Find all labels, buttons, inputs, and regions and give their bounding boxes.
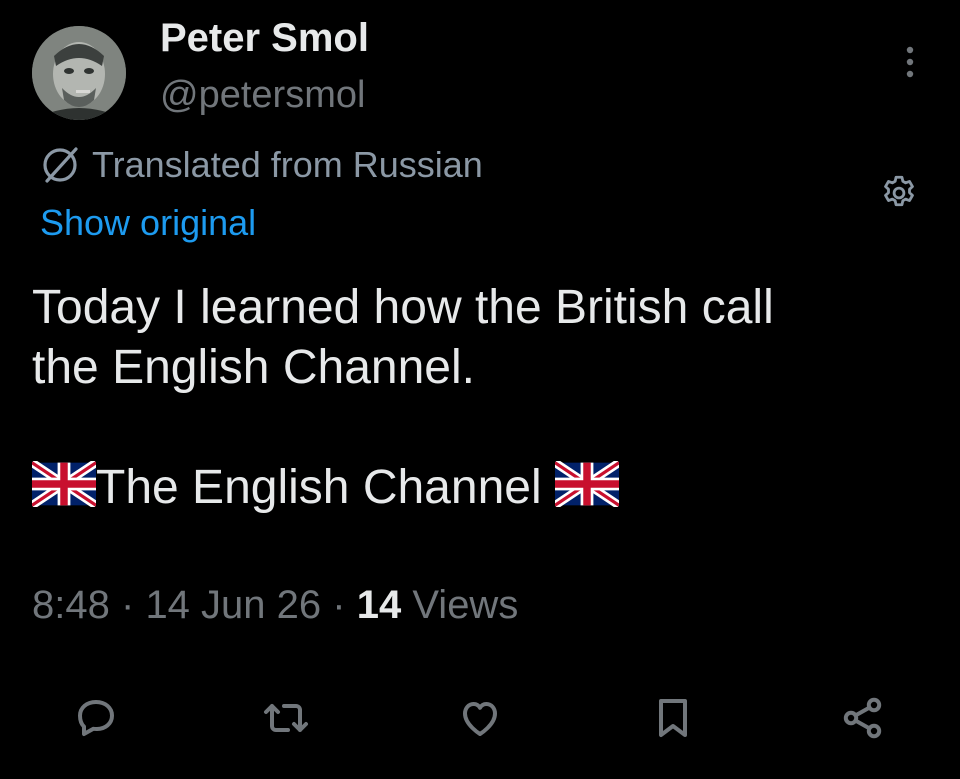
author-display-name[interactable]: Peter Smol [160,14,369,62]
more-vertical-icon [906,46,914,78]
tweet-text-phrase: The English Channel [96,461,542,514]
tweet-time[interactable]: 8:48 [32,583,110,627]
tweet-text-line: the English Channel. [32,341,475,394]
translation-note: Translated from Russian [38,143,483,187]
uk-flag-icon [32,461,96,507]
translation-note-label: Translated from Russian [92,144,483,185]
more-options-button[interactable] [890,44,930,80]
uk-flag-icon [554,461,619,507]
bookmark-icon [659,699,687,737]
retweet-icon [264,704,308,732]
bookmark-button[interactable] [645,690,701,746]
retweet-button[interactable] [258,690,314,746]
share-icon [843,697,882,739]
views-label: Views [412,583,519,627]
reply-button[interactable] [68,690,124,746]
separator: · [332,583,346,627]
reply-icon [78,700,114,736]
tweet-text: Today I learned how the British call the… [32,278,932,518]
avatar-photo [32,26,126,120]
separator: · [120,583,135,627]
heart-icon [463,702,497,736]
tweet-date[interactable]: 14 Jun 26 [145,583,321,627]
show-original-link[interactable]: Show original [40,200,256,246]
tweet-text-flag-line: The English Channel [32,458,932,518]
tweet-meta: 8:48 · 14 Jun 26 · 14 Views [32,580,518,630]
author-handle[interactable]: @petersmol [160,72,365,118]
translate-slash-icon [43,147,78,183]
tweet-actions [0,690,960,762]
share-button[interactable] [835,690,891,746]
views-count: 14 [356,583,402,627]
tweet-text-line: Today I learned how the British call [32,281,774,334]
like-button[interactable] [452,690,508,746]
avatar[interactable] [32,26,126,120]
gear-icon [884,175,914,207]
translation-settings-button[interactable] [878,172,920,214]
